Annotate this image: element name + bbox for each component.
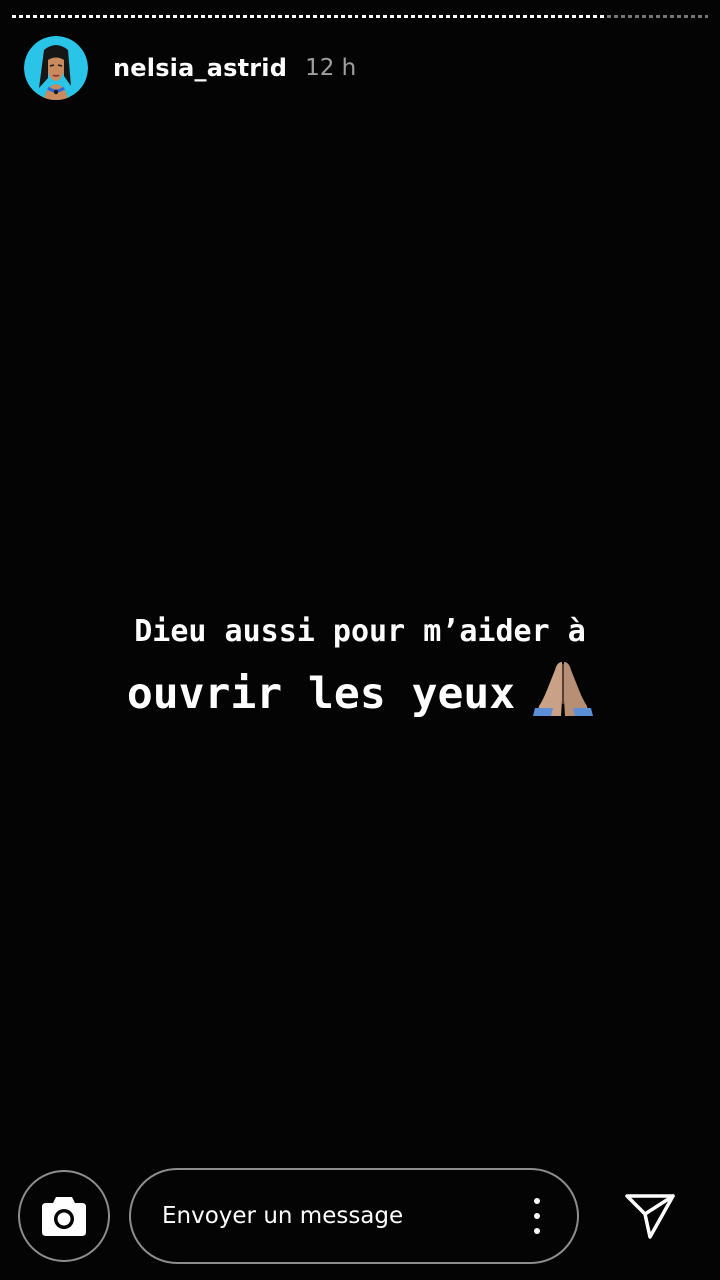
message-placeholder: Envoyer un message (162, 1203, 404, 1229)
caption-line-2: ouvrir les yeux (40, 660, 680, 729)
story-progress-segment-1 (12, 15, 358, 18)
profile-avatar-illustration-icon (24, 36, 88, 100)
caption-line-1: Dieu aussi pour m’aider à (134, 614, 586, 649)
post-timestamp: 12 h (305, 55, 357, 81)
caption-line-2-text: ouvrir les yeux (126, 669, 516, 719)
story-progress-fill-1 (12, 15, 358, 18)
message-input[interactable]: Envoyer un message (129, 1168, 579, 1264)
camera-icon (42, 1197, 86, 1236)
send-button[interactable] (622, 1190, 678, 1242)
send-icon (625, 1194, 675, 1239)
avatar[interactable] (24, 36, 88, 100)
camera-button[interactable] (18, 1170, 110, 1262)
story-progress-segment-2 (362, 15, 708, 18)
more-vertical-icon[interactable] (527, 1196, 547, 1236)
folded-hands-emoji-icon (533, 660, 594, 729)
story-header: nelsia_astrid 12 h (24, 36, 356, 100)
username[interactable]: nelsia_astrid (113, 54, 287, 82)
story-progress-fill-2 (362, 15, 605, 18)
story-progress-bars (12, 15, 708, 18)
